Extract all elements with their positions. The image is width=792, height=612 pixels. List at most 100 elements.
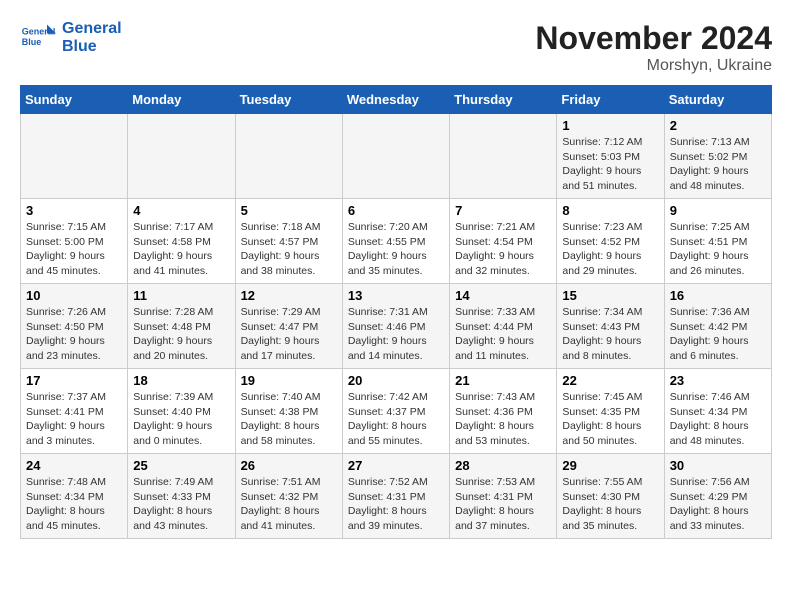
calendar-cell: 2 Sunrise: 7:13 AMSunset: 5:02 PMDaylight… — [664, 114, 771, 199]
calendar-header-row: SundayMondayTuesdayWednesdayThursdayFrid… — [21, 86, 772, 114]
calendar-cell: 14 Sunrise: 7:33 AMSunset: 4:44 PMDayligh… — [450, 284, 557, 369]
day-number: 14 — [455, 288, 551, 303]
day-number: 16 — [670, 288, 766, 303]
day-info: Sunrise: 7:21 AMSunset: 4:54 PMDaylight:… — [455, 220, 551, 279]
page-header: General Blue General Blue November 2024 … — [20, 20, 772, 75]
day-info: Sunrise: 7:28 AMSunset: 4:48 PMDaylight:… — [133, 305, 229, 364]
calendar-cell: 17Sunrise: 7:37 AMSunset: 4:41 PMDayligh… — [21, 369, 128, 454]
day-info: Sunrise: 7:55 AMSunset: 4:30 PMDaylight:… — [562, 475, 658, 534]
day-number: 28 — [455, 458, 551, 473]
day-number: 7 — [455, 203, 551, 218]
calendar-table: SundayMondayTuesdayWednesdayThursdayFrid… — [20, 85, 772, 539]
calendar-cell: 19 Sunrise: 7:40 AMSunset: 4:38 PMDayligh… — [235, 369, 342, 454]
calendar-cell: 27Sunrise: 7:52 AMSunset: 4:31 PMDayligh… — [342, 454, 449, 539]
calendar-cell: 8Sunrise: 7:23 AMSunset: 4:52 PMDaylight… — [557, 199, 664, 284]
day-info: Sunrise: 7:49 AMSunset: 4:33 PMDaylight:… — [133, 475, 229, 534]
day-info: Sunrise: 7:52 AMSunset: 4:31 PMDaylight:… — [348, 475, 444, 534]
calendar-cell: 24 Sunrise: 7:48 AMSunset: 4:34 PMDayligh… — [21, 454, 128, 539]
calendar-cell: 23Sunrise: 7:46 AMSunset: 4:34 PMDayligh… — [664, 369, 771, 454]
header-saturday: Saturday — [664, 86, 771, 114]
day-number: 10 — [26, 288, 122, 303]
calendar-week-3: 10 Sunrise: 7:26 AMSunset: 4:50 PMDayligh… — [21, 284, 772, 369]
calendar-cell: 12Sunrise: 7:29 AMSunset: 4:47 PMDayligh… — [235, 284, 342, 369]
day-number: 2 — [670, 118, 766, 133]
calendar-week-4: 17Sunrise: 7:37 AMSunset: 4:41 PMDayligh… — [21, 369, 772, 454]
header-wednesday: Wednesday — [342, 86, 449, 114]
day-info: Sunrise: 7:45 AMSunset: 4:35 PMDaylight:… — [562, 390, 658, 449]
calendar-week-5: 24 Sunrise: 7:48 AMSunset: 4:34 PMDayligh… — [21, 454, 772, 539]
calendar-cell: 21 Sunrise: 7:43 AMSunset: 4:36 PMDayligh… — [450, 369, 557, 454]
header-sunday: Sunday — [21, 86, 128, 114]
month-title: November 2024 — [535, 20, 772, 57]
logo: General Blue General Blue — [20, 20, 122, 56]
calendar-cell: 18 Sunrise: 7:39 AMSunset: 4:40 PMDayligh… — [128, 369, 235, 454]
calendar-cell — [235, 114, 342, 199]
day-info: Sunrise: 7:36 AMSunset: 4:42 PMDaylight:… — [670, 305, 766, 364]
day-number: 1 — [562, 118, 658, 133]
calendar-cell: 1 Sunrise: 7:12 AMSunset: 5:03 PMDaylight… — [557, 114, 664, 199]
day-number: 25 — [133, 458, 229, 473]
day-number: 30 — [670, 458, 766, 473]
calendar-cell — [21, 114, 128, 199]
header-friday: Friday — [557, 86, 664, 114]
day-info: Sunrise: 7:12 AMSunset: 5:03 PMDaylight:… — [562, 135, 658, 194]
calendar-cell: 3 Sunrise: 7:15 AMSunset: 5:00 PMDaylight… — [21, 199, 128, 284]
day-number: 19 — [241, 373, 337, 388]
day-info: Sunrise: 7:31 AMSunset: 4:46 PMDaylight:… — [348, 305, 444, 364]
calendar-cell: 20 Sunrise: 7:42 AMSunset: 4:37 PMDayligh… — [342, 369, 449, 454]
day-info: Sunrise: 7:56 AMSunset: 4:29 PMDaylight:… — [670, 475, 766, 534]
calendar-week-2: 3 Sunrise: 7:15 AMSunset: 5:00 PMDaylight… — [21, 199, 772, 284]
calendar-cell — [128, 114, 235, 199]
day-number: 9 — [670, 203, 766, 218]
calendar-cell: 15Sunrise: 7:34 AMSunset: 4:43 PMDayligh… — [557, 284, 664, 369]
day-number: 11 — [133, 288, 229, 303]
location: Morshyn, Ukraine — [535, 57, 772, 75]
day-number: 22 — [562, 373, 658, 388]
svg-text:Blue: Blue — [22, 37, 42, 47]
day-info: Sunrise: 7:42 AMSunset: 4:37 PMDaylight:… — [348, 390, 444, 449]
day-info: Sunrise: 7:25 AMSunset: 4:51 PMDaylight:… — [670, 220, 766, 279]
day-info: Sunrise: 7:39 AMSunset: 4:40 PMDaylight:… — [133, 390, 229, 449]
day-number: 20 — [348, 373, 444, 388]
day-info: Sunrise: 7:37 AMSunset: 4:41 PMDaylight:… — [26, 390, 122, 449]
day-info: Sunrise: 7:48 AMSunset: 4:34 PMDaylight:… — [26, 475, 122, 534]
calendar-cell: 26 Sunrise: 7:51 AMSunset: 4:32 PMDayligh… — [235, 454, 342, 539]
day-number: 12 — [241, 288, 337, 303]
day-number: 24 — [26, 458, 122, 473]
day-info: Sunrise: 7:51 AMSunset: 4:32 PMDaylight:… — [241, 475, 337, 534]
day-number: 3 — [26, 203, 122, 218]
calendar-cell: 11 Sunrise: 7:28 AMSunset: 4:48 PMDayligh… — [128, 284, 235, 369]
day-info: Sunrise: 7:13 AMSunset: 5:02 PMDaylight:… — [670, 135, 766, 194]
logo-icon: General Blue — [20, 20, 56, 56]
calendar-cell: 16 Sunrise: 7:36 AMSunset: 4:42 PMDayligh… — [664, 284, 771, 369]
logo-line1: General — [62, 20, 122, 38]
day-number: 21 — [455, 373, 551, 388]
day-info: Sunrise: 7:15 AMSunset: 5:00 PMDaylight:… — [26, 220, 122, 279]
day-number: 15 — [562, 288, 658, 303]
calendar-cell: 29 Sunrise: 7:55 AMSunset: 4:30 PMDayligh… — [557, 454, 664, 539]
calendar-cell: 30 Sunrise: 7:56 AMSunset: 4:29 PMDayligh… — [664, 454, 771, 539]
day-info: Sunrise: 7:26 AMSunset: 4:50 PMDaylight:… — [26, 305, 122, 364]
day-number: 4 — [133, 203, 229, 218]
day-info: Sunrise: 7:53 AMSunset: 4:31 PMDaylight:… — [455, 475, 551, 534]
calendar-cell — [450, 114, 557, 199]
header-tuesday: Tuesday — [235, 86, 342, 114]
day-number: 26 — [241, 458, 337, 473]
day-info: Sunrise: 7:40 AMSunset: 4:38 PMDaylight:… — [241, 390, 337, 449]
calendar-cell: 5Sunrise: 7:18 AMSunset: 4:57 PMDaylight… — [235, 199, 342, 284]
day-info: Sunrise: 7:23 AMSunset: 4:52 PMDaylight:… — [562, 220, 658, 279]
calendar-cell — [342, 114, 449, 199]
calendar-cell: 10 Sunrise: 7:26 AMSunset: 4:50 PMDayligh… — [21, 284, 128, 369]
day-number: 6 — [348, 203, 444, 218]
calendar-cell: 13Sunrise: 7:31 AMSunset: 4:46 PMDayligh… — [342, 284, 449, 369]
header-thursday: Thursday — [450, 86, 557, 114]
day-number: 29 — [562, 458, 658, 473]
day-info: Sunrise: 7:17 AMSunset: 4:58 PMDaylight:… — [133, 220, 229, 279]
calendar-week-1: 1 Sunrise: 7:12 AMSunset: 5:03 PMDaylight… — [21, 114, 772, 199]
calendar-cell: 7 Sunrise: 7:21 AMSunset: 4:54 PMDaylight… — [450, 199, 557, 284]
day-info: Sunrise: 7:33 AMSunset: 4:44 PMDaylight:… — [455, 305, 551, 364]
day-info: Sunrise: 7:46 AMSunset: 4:34 PMDaylight:… — [670, 390, 766, 449]
calendar-cell: 9 Sunrise: 7:25 AMSunset: 4:51 PMDaylight… — [664, 199, 771, 284]
day-info: Sunrise: 7:43 AMSunset: 4:36 PMDaylight:… — [455, 390, 551, 449]
day-number: 18 — [133, 373, 229, 388]
